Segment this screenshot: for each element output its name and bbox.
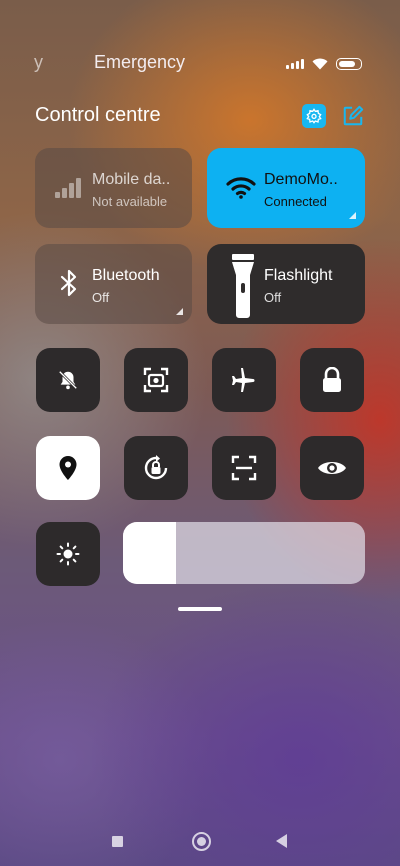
flashlight-icon: [227, 252, 259, 320]
battery-icon: [336, 58, 362, 70]
auto-rotate-toggle[interactable]: [124, 436, 188, 500]
eye-icon: [318, 462, 346, 474]
location-toggle[interactable]: [36, 436, 100, 500]
bluetooth-status: Off: [92, 290, 110, 305]
rotate-lock-icon: [144, 455, 168, 480]
scan-frame-icon: [231, 455, 257, 481]
location-pin-icon: [59, 456, 77, 480]
signal-icon: [286, 59, 304, 69]
status-bar: y Emergency: [0, 52, 400, 78]
airplane-mode-toggle[interactable]: [212, 348, 276, 412]
recents-button[interactable]: [112, 836, 123, 847]
back-button[interactable]: [276, 834, 287, 848]
wifi-icon: [225, 172, 257, 202]
wifi-status-icon: [312, 58, 328, 70]
drag-handle[interactable]: [178, 607, 222, 611]
brightness-button[interactable]: [36, 522, 100, 586]
bluetooth-expand-indicator[interactable]: [176, 308, 183, 315]
flashlight-tile[interactable]: Flashlight Off: [207, 244, 365, 324]
bluetooth-label: Bluetooth: [92, 267, 160, 284]
mobile-data-status: Not available: [92, 194, 168, 209]
scanner-toggle[interactable]: [212, 436, 276, 500]
flashlight-label: Flashlight: [264, 267, 333, 284]
emergency-calls-text: Emergency: [94, 52, 186, 72]
brightness-slider[interactable]: [123, 522, 365, 584]
edit-icon: [343, 105, 364, 126]
wifi-expand-indicator[interactable]: [349, 212, 356, 219]
gear-icon: [306, 108, 322, 124]
screenshot-toggle[interactable]: [124, 348, 188, 412]
brightness-slider-fill: [123, 522, 177, 584]
wifi-status: Connected: [264, 194, 327, 209]
reading-mode-toggle[interactable]: [300, 436, 364, 500]
airplane-icon: [232, 368, 255, 392]
status-icons: [286, 58, 362, 70]
wifi-network-name: DemoMo..: [264, 171, 338, 188]
silent-toggle[interactable]: [36, 348, 100, 412]
wifi-tile[interactable]: DemoMo.. Connected: [207, 148, 365, 228]
edit-button[interactable]: [341, 104, 365, 128]
settings-button[interactable]: [302, 104, 326, 128]
sun-icon: [56, 542, 80, 566]
navigation-bar: [0, 830, 400, 854]
mobile-data-tile[interactable]: Mobile da.. Not available: [35, 148, 192, 228]
lock-icon: [323, 367, 341, 392]
lock-screen-toggle[interactable]: [300, 348, 364, 412]
bluetooth-tile[interactable]: Bluetooth Off: [35, 244, 192, 324]
status-left-fragment: y: [34, 52, 43, 72]
circle-icon: [197, 837, 206, 846]
home-button[interactable]: [192, 832, 211, 851]
bluetooth-icon: [53, 268, 85, 298]
bell-off-icon: [58, 370, 78, 390]
mobile-data-label: Mobile da..: [92, 171, 171, 188]
screenshot-icon: [143, 367, 169, 393]
flashlight-status: Off: [264, 290, 282, 305]
control-centre-title: Control centre: [35, 104, 161, 126]
signal-bars-icon: [53, 172, 85, 202]
